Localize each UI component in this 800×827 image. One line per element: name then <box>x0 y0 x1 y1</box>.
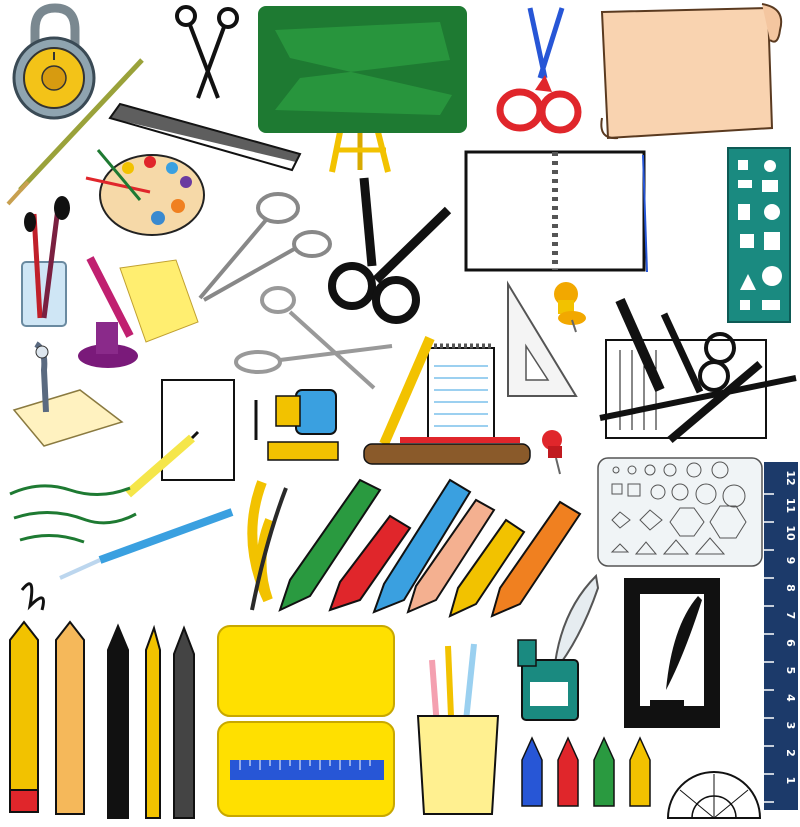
fountain-pen-blue <box>59 508 234 580</box>
twisted-pencils <box>247 480 288 611</box>
protractor <box>666 771 762 819</box>
ruler-number: 8 <box>784 584 797 592</box>
ruler-number: 10 <box>784 525 797 541</box>
pencil-set-diagonal <box>278 478 582 618</box>
ruler-number: 3 <box>784 722 797 730</box>
combination-lock <box>12 3 96 120</box>
spiral-notebook <box>464 150 648 273</box>
paint-palette <box>85 149 205 236</box>
parchment-scroll <box>600 3 783 140</box>
ruler-number: 2 <box>784 749 797 757</box>
stencil-teal <box>727 147 791 323</box>
pencil-case-yellow <box>217 625 395 817</box>
vertical-ruler: 12 11 10 9 8 7 6 5 4 3 2 1 <box>764 462 798 810</box>
drawing-pencil-paper <box>125 379 235 498</box>
pencils-vertical <box>9 620 195 819</box>
pencil-sharpener <box>254 389 339 461</box>
notepad-pencil <box>363 336 531 465</box>
quill-inkwell <box>517 573 600 721</box>
scissors-large-black <box>328 177 452 324</box>
ruler-number: 9 <box>784 557 797 565</box>
ruler-number: 7 <box>784 612 797 620</box>
quill-frame <box>624 578 720 728</box>
inkwell-note <box>78 256 199 368</box>
scissors-black <box>175 5 239 99</box>
push-pin-red <box>542 430 562 475</box>
clipart-canvas: 12 11 10 9 8 7 6 5 4 3 2 1 <box>6 3 798 819</box>
ruler-number: 5 <box>784 667 797 675</box>
ink-scribble <box>9 484 137 611</box>
ruler-number: 1 <box>784 777 797 785</box>
colored-pencils-short <box>521 736 651 807</box>
push-pin-yellow <box>554 282 586 333</box>
chalkboard-easel <box>258 6 467 173</box>
ruler-number: 12 <box>784 470 797 485</box>
ruler-number: 6 <box>784 639 797 647</box>
scissors-silver <box>198 192 332 302</box>
ruler-number: 11 <box>784 498 797 513</box>
scissors-red <box>496 7 582 134</box>
ruler-number: 4 <box>784 694 797 702</box>
pencil-cup <box>416 643 500 815</box>
geometry-stencil <box>597 457 763 567</box>
brushes-in-jar <box>21 196 70 327</box>
